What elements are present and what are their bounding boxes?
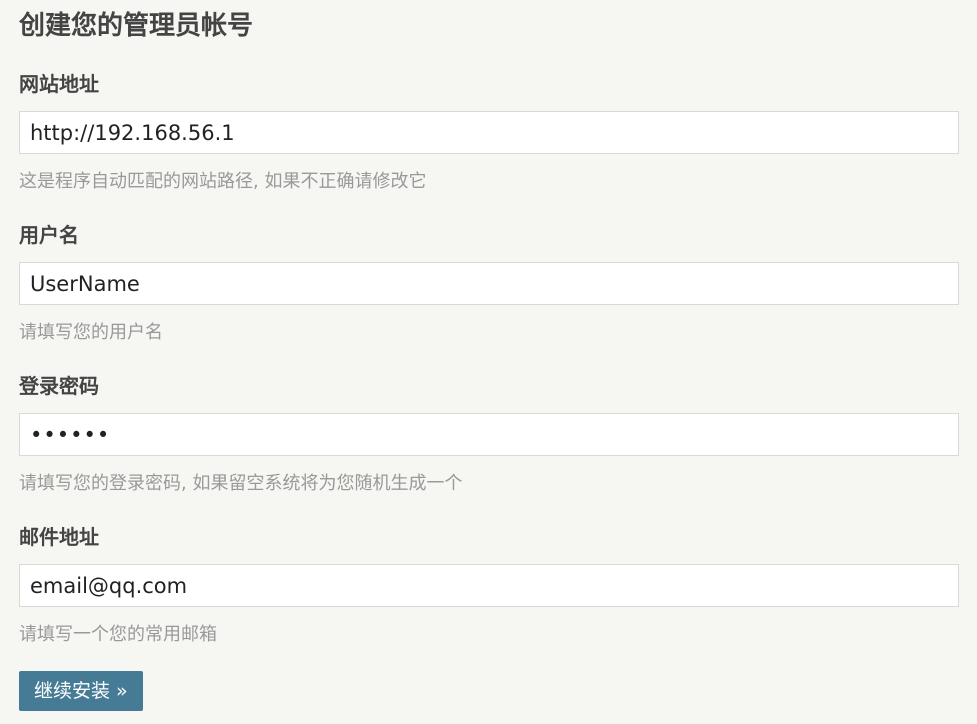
- password-input[interactable]: [19, 413, 959, 456]
- username-input[interactable]: [19, 262, 959, 305]
- continue-install-button[interactable]: 继续安装 »: [19, 671, 143, 711]
- username-label: 用户名: [19, 223, 79, 247]
- email-input[interactable]: [19, 564, 959, 607]
- password-hint: 请填写您的登录密码, 如果留空系统将为您随机生成一个: [19, 473, 463, 494]
- username-hint: 请填写您的用户名: [19, 322, 163, 343]
- install-form: 创建您的管理员帐号 网站地址 这是程序自动匹配的网站路径, 如果不正确请修改它 …: [0, 0, 977, 724]
- password-label: 登录密码: [19, 374, 99, 398]
- site-url-hint: 这是程序自动匹配的网站路径, 如果不正确请修改它: [19, 171, 427, 192]
- email-hint: 请填写一个您的常用邮箱: [19, 624, 217, 645]
- site-url-input[interactable]: [19, 111, 959, 154]
- site-url-label: 网站地址: [19, 72, 99, 96]
- page-title: 创建您的管理员帐号: [19, 11, 254, 41]
- email-label: 邮件地址: [19, 525, 99, 549]
